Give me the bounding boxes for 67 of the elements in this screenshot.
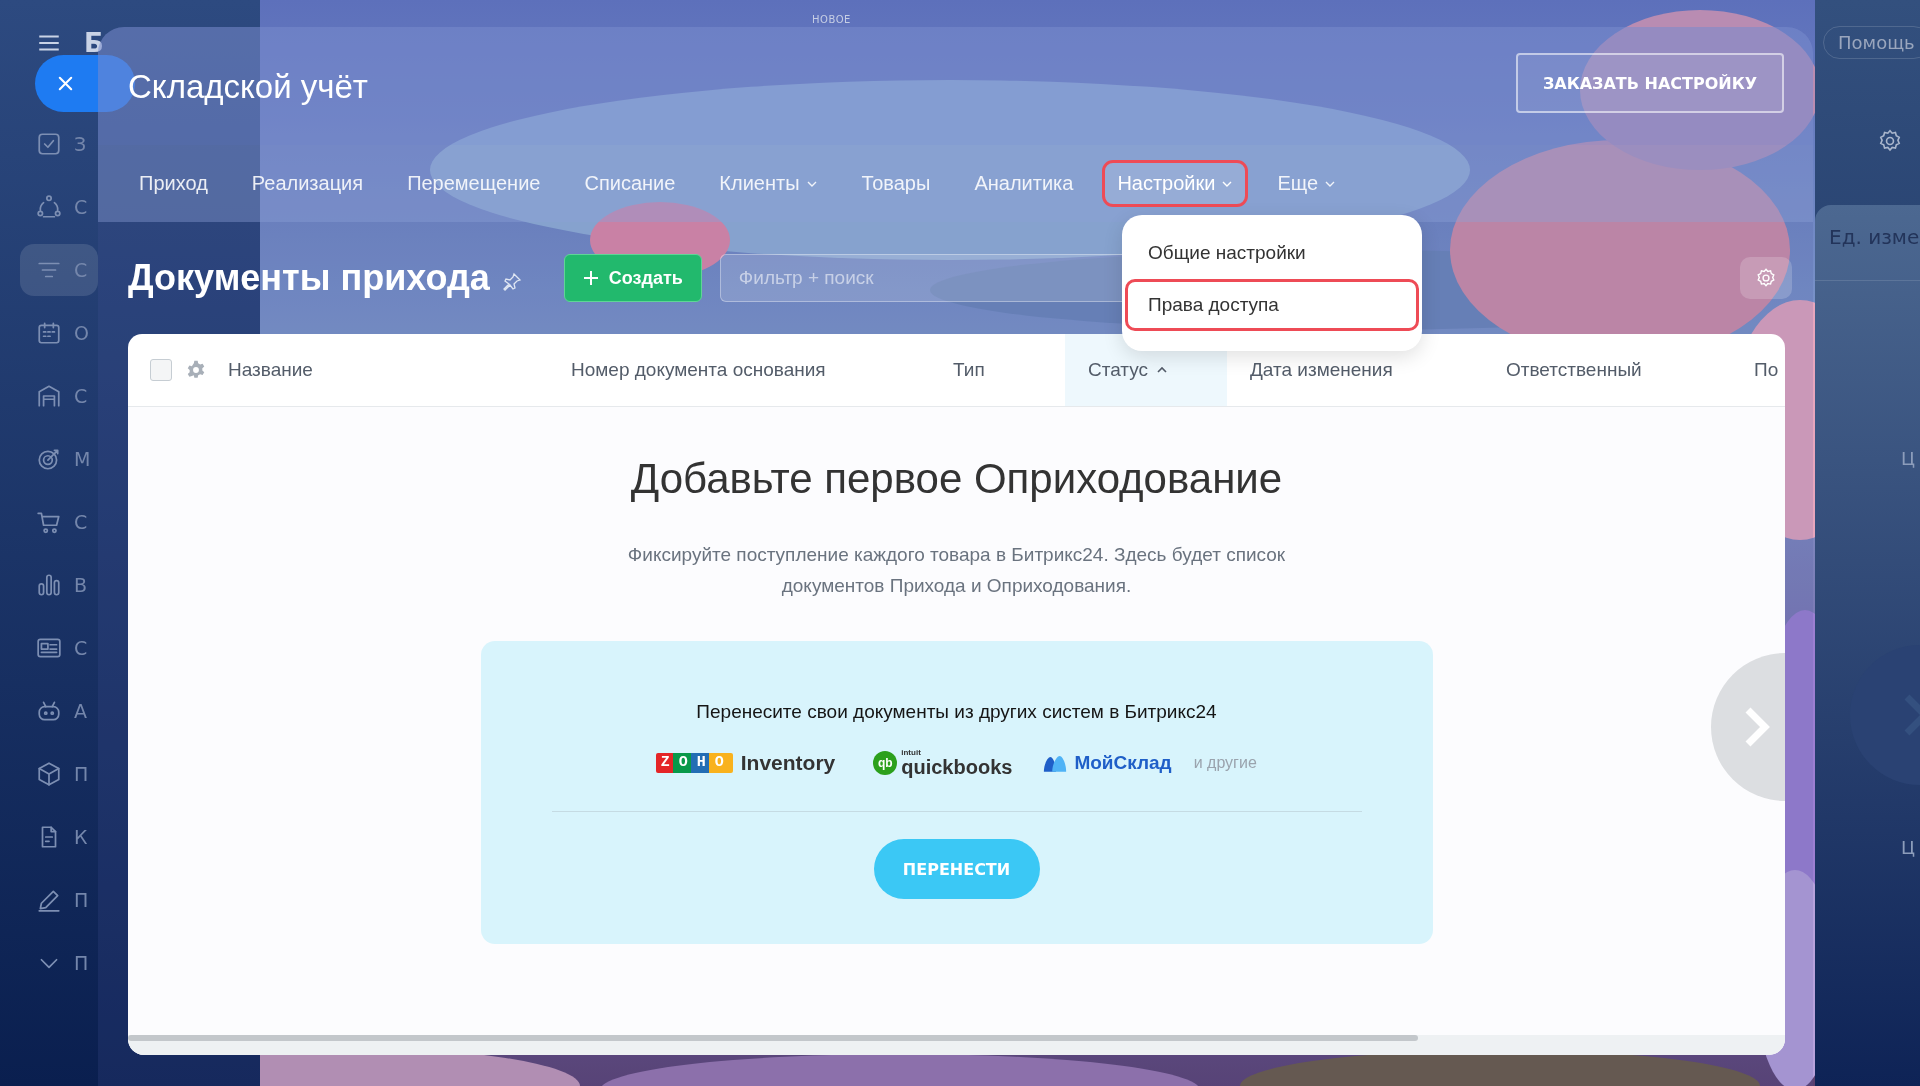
settings-icon[interactable] <box>186 360 206 380</box>
nav-tab[interactable]: Реализация <box>236 160 379 207</box>
nav-tab[interactable]: Аналитика <box>959 160 1089 207</box>
column-header[interactable]: Номер документа основания <box>571 334 953 406</box>
menu-item[interactable]: Права доступа <box>1125 279 1419 331</box>
import-button[interactable]: ПЕРЕНЕСТИ <box>873 839 1040 899</box>
id-card-icon <box>36 635 62 661</box>
nav-tab[interactable]: Товары <box>846 160 946 207</box>
sidebar-item[interactable]: С <box>20 496 98 548</box>
logo-text: Б <box>84 28 104 58</box>
page-title: Документы прихода <box>128 257 490 299</box>
cart-icon <box>36 509 62 535</box>
menu-item[interactable]: Общие настройки <box>1125 227 1419 279</box>
column-header[interactable]: Ответственный <box>1506 334 1754 406</box>
column-header[interactable]: Тип <box>953 334 1065 406</box>
target-icon <box>36 446 62 472</box>
logo-text: Inventory <box>740 751 836 775</box>
nav-tab[interactable]: Клиенты <box>704 160 833 207</box>
settings-icon <box>1755 267 1777 289</box>
network-icon <box>36 194 62 220</box>
sidebar-item[interactable]: О <box>20 307 98 359</box>
others-text: и другие <box>1193 754 1257 772</box>
window-title: Складской учёт <box>128 68 368 106</box>
nav-tab[interactable]: Перемещение <box>392 160 556 207</box>
column-header[interactable]: Название <box>228 334 571 406</box>
wave-logo-icon <box>1042 753 1069 773</box>
column-header[interactable]: По <box>1754 334 1785 406</box>
sidebar-item[interactable]: П <box>20 937 98 989</box>
sidebar-item[interactable]: П <box>20 748 98 800</box>
robot-icon <box>36 698 62 724</box>
sidebar-item[interactable]: А <box>20 685 98 737</box>
sidebar-item[interactable]: З <box>20 118 98 170</box>
sidebar-item[interactable]: П <box>20 874 98 926</box>
import-text: Перенесите свои документы из других систем в Битрикс24 <box>696 701 1217 723</box>
order-setup-button[interactable]: ЗАКАЗАТЬ НАСТРОЙКУ <box>1516 53 1784 113</box>
nav-tab[interactable]: Списание <box>569 160 691 207</box>
check-square-icon <box>36 131 62 157</box>
settings-button[interactable] <box>1740 257 1792 299</box>
sidebar-item[interactable]: С <box>20 370 98 422</box>
empty-state-text: Фиксируйте поступление каждого товара в Битрикс24. Здесь будет список документов Прихода и Оприходования. <box>626 543 1287 598</box>
table-cell: Ц <box>1901 448 1915 469</box>
quickbooks-logo: qb intuit quickbooks <box>873 749 1013 777</box>
table-cell: Ц <box>1901 837 1915 858</box>
sidebar-item[interactable]: К <box>20 811 98 863</box>
checkbox[interactable] <box>150 359 172 381</box>
nav-tab[interactable]: Еще <box>1262 160 1352 207</box>
empty-state-title: Добавьте первое Оприходование <box>630 455 1283 503</box>
plus-icon <box>582 270 599 286</box>
new-label: НОВОЕ <box>812 14 851 25</box>
cube-icon <box>36 761 62 787</box>
logo-text: МойСклад <box>1074 752 1172 774</box>
sidebar-item[interactable]: М <box>20 433 98 485</box>
close-icon <box>56 74 75 93</box>
nav-tab[interactable]: Настройки <box>1102 160 1249 207</box>
sidebar-item[interactable]: С <box>20 622 98 674</box>
pin-icon[interactable] <box>501 272 522 292</box>
warehouse-icon <box>36 383 62 409</box>
create-button[interactable]: Создать <box>563 254 702 302</box>
bar-chart-icon <box>36 572 62 598</box>
nav-tab[interactable]: Приход <box>124 160 223 207</box>
calendar-icon <box>36 320 62 346</box>
sort-up-icon <box>1156 366 1169 374</box>
sidebar-item[interactable]: В <box>20 559 98 611</box>
sidebar-item[interactable]: С <box>20 181 98 233</box>
scrollbar[interactable] <box>128 1035 1418 1041</box>
pencil-icon <box>36 887 62 913</box>
settings-icon[interactable] <box>1877 128 1903 154</box>
